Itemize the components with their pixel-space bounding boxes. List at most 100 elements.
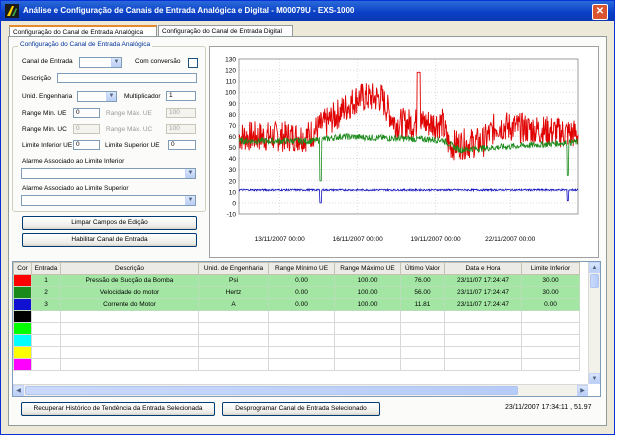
app-icon [5,4,19,18]
limite-inferior-field[interactable]: 0 [73,140,100,150]
range-max-uc-field[interactable]: 100 [166,124,196,134]
horizontal-scroll-thumb[interactable] [25,386,518,395]
table-cell: 100.00 [334,286,401,299]
table-cell: 100.00 [334,298,401,311]
alarme-inferior-label: Alarme Associado ao Limite Inferior [22,158,125,165]
table-cell: Velocidade do motor [60,286,199,299]
limite-superior-field[interactable]: 0 [168,140,196,150]
window-title: Análise e Configuração de Canais de Entr… [23,6,355,15]
alarme-superior-label: Alarme Associado ao Limite Superior [22,185,129,192]
channels-table[interactable]: Cor Entrada Descrição Unid. de Engenharia Ra… [12,261,601,397]
table-cell [198,310,269,323]
table-header: Cor Entrada Descrição Unid. de Engenharia Ra… [13,262,580,275]
table-row[interactable]: 1 Pressão de Sucção da Bomba Psi 0.00 100.00… [13,274,580,287]
column-header[interactable]: Data e Hora [444,262,522,275]
column-header[interactable]: Range Máximo UE [334,262,401,275]
table-row[interactable]: 2 Velocidade do motor Hertz 0.00 100.00 56.00… [13,286,580,299]
recuperar-historico-button[interactable]: Recuperar Histórico de Tendência da Entr… [21,402,215,416]
range-min-ue-label: Range Mín. UE [22,110,67,117]
column-header[interactable]: Range Mínimo UE [268,262,335,275]
color-swatch [13,286,32,299]
multiplicador-field[interactable]: 1 [166,91,196,101]
table-row[interactable] [13,346,580,359]
trend-chart: 130 120 110 100 90 80 70 60 50 40 30 20 10 0 -10 13/11/… [209,46,599,258]
color-swatch [13,322,32,335]
range-min-ue-field[interactable]: 0 [73,108,100,118]
table-row[interactable] [13,310,580,323]
range-min-uc-field[interactable]: 0 [73,124,100,134]
config-group-title: Configuração do Canal de Entrada Analógi… [18,41,153,48]
scroll-down-icon[interactable]: ▼ [589,373,600,384]
range-min-uc-label: Range Mín. UC [22,126,67,133]
table-cell [31,346,61,359]
y-tick-label: 130 [225,57,236,64]
limpar-button[interactable]: Limpar Campos de Edição [22,216,197,230]
vertical-scroll-thumb[interactable] [590,274,599,288]
table-cell: 30.00 [521,274,580,287]
conversao-checkbox[interactable] [188,58,198,68]
table-cell [444,346,522,359]
chevron-down-icon: ▼ [185,196,195,205]
table-cell: 0.00 [268,274,335,287]
table-row[interactable]: 3 Corrente do Motor A 0.00 100.00 11.81 23/11/… [13,298,580,311]
table-row[interactable] [13,358,580,371]
alarme-inferior-select[interactable]: ▼ [21,168,196,179]
table-cell [60,322,199,335]
column-header[interactable]: Último Valor [400,262,445,275]
y-tick-label: 40 [229,156,237,163]
table-row[interactable] [13,322,580,335]
table-cell: Corrente do Motor [60,298,199,311]
column-header[interactable]: Entrada [31,262,61,275]
table-cell: 2 [31,286,61,299]
y-tick-label: 100 [225,90,236,97]
column-header[interactable]: Cor [13,262,32,275]
column-header[interactable]: Descrição [60,262,199,275]
table-vertical-scrollbar[interactable]: ▲ ▼ [588,262,600,384]
y-tick-label: 10 [229,189,237,196]
table-cell: Hertz [198,286,269,299]
habilitar-button[interactable]: Habilitar Canal de Entrada [22,233,197,247]
conversao-label: Com conversão [135,58,181,65]
close-button[interactable]: ✕ [592,4,608,20]
unid-select[interactable]: ▼ [77,91,117,102]
table-cell [60,346,199,359]
y-tick-label: 50 [229,145,237,152]
y-tick-label: 90 [229,101,237,108]
column-header[interactable]: Limite Inferior [521,262,580,275]
table-cell [521,346,580,359]
table-cell [268,322,335,335]
y-tick-label: 110 [226,79,237,86]
table-cell: 0.00 [521,298,580,311]
table-cell [334,346,401,359]
column-header[interactable]: Unid. de Engenharia [198,262,269,275]
chevron-down-icon: ▼ [185,169,195,178]
descricao-field[interactable] [57,73,197,83]
trend-chart-svg: 1301201101009080706050403020100-1013/11/… [225,57,579,243]
range-max-ue-label: Range Máx. UE [106,110,152,117]
table-cell: Pressão de Sucção da Bomba [60,274,199,287]
scroll-up-icon[interactable]: ▲ [589,262,600,273]
table-cell [31,310,61,323]
alarme-superior-select[interactable]: ▼ [21,195,196,206]
table-cell: 3 [31,298,61,311]
range-max-ue-field[interactable]: 100 [166,108,196,118]
table-cell [400,346,445,359]
scroll-left-icon[interactable]: ◀ [13,385,24,396]
canal-select[interactable]: ▼ [79,57,122,68]
table-cell [198,322,269,335]
color-swatch [13,274,32,287]
title-bar: Análise e Configuração de Canais de Entr… [1,1,614,21]
desprogramar-button[interactable]: Desprogramar Canal de Entrada Selecionad… [222,402,380,416]
table-cell: 23/11/07 17:24:47 [444,286,522,299]
table-cell [60,334,199,347]
table-cell: 11.81 [400,298,445,311]
table-row[interactable] [13,334,580,347]
table-cell: 30.00 [521,286,580,299]
table-cell [334,310,401,323]
table-horizontal-scrollbar[interactable]: ◀ ▶ [13,384,588,396]
color-swatch [13,358,32,371]
table-cell: 76.00 [400,274,445,287]
table-cell [444,310,522,323]
table-cell [334,334,401,347]
scroll-right-icon[interactable]: ▶ [577,385,588,396]
